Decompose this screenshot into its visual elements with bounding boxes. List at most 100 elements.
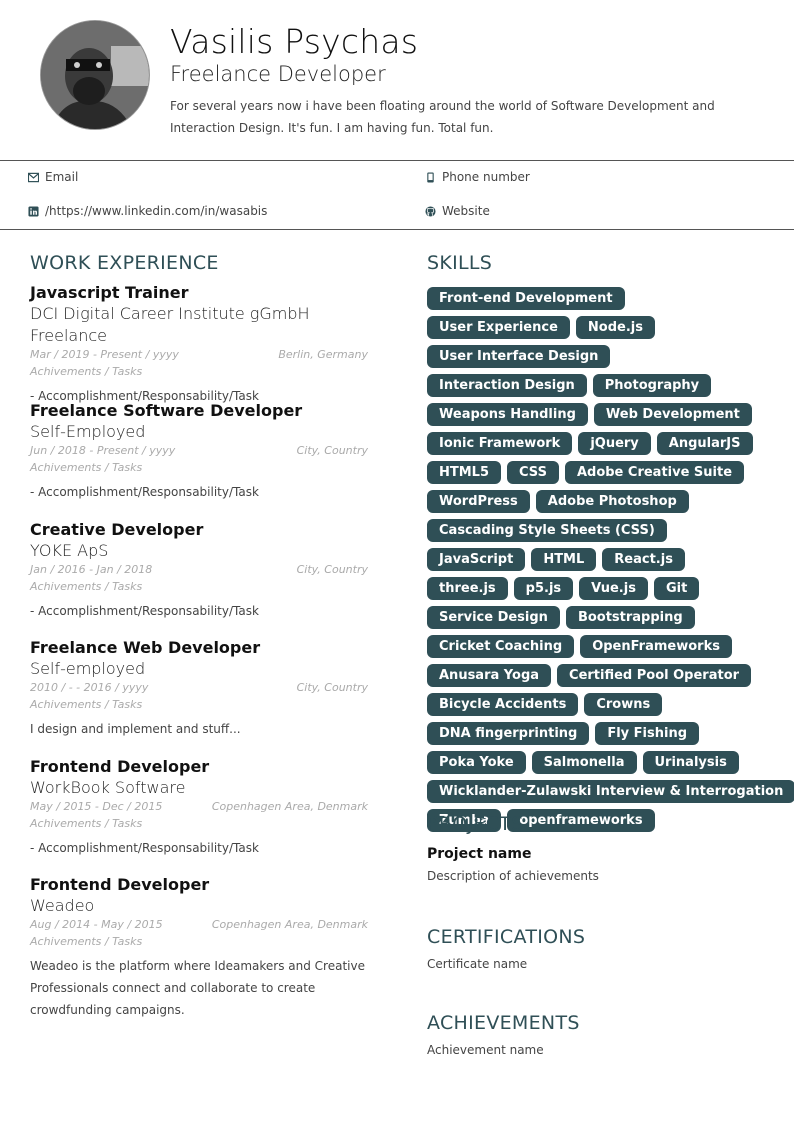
skill-tag: User Interface Design: [427, 345, 611, 368]
candidate-name: Vasilis Psychas: [170, 22, 419, 61]
job-meta: Mar / 2019 - Present / yyyy Berlin, Germ…: [30, 347, 368, 363]
skills-list: Front-end Development User Experience Node…: [427, 287, 794, 832]
job-location: City, Country: [296, 563, 368, 576]
job-achievements-label: Achivements / Tasks: [30, 365, 143, 378]
skill-tag: OpenFrameworks: [580, 635, 732, 658]
job-location: Berlin, Germany: [278, 348, 368, 361]
job-entry: Frontend Developer Weadeo Aug / 2014 - M…: [30, 875, 368, 1021]
skill-tag: Anusara Yoga: [427, 664, 552, 687]
skill-tag: Node.js: [575, 316, 655, 339]
skill-tag: HTML5: [427, 461, 502, 484]
header-divider: [0, 160, 794, 161]
profile-photo: [40, 20, 150, 130]
job-dates: Aug / 2014 - May / 2015: [30, 918, 163, 931]
project-description: Description of achievements: [427, 869, 599, 883]
skill-tag: Adobe Photoshop: [535, 490, 689, 513]
skill-tag: Urinalysis: [642, 751, 739, 774]
skill-tag: Web Development: [593, 403, 752, 426]
linkedin-icon: [27, 205, 39, 217]
work-experience-heading: WORK EXPERIENCE: [30, 252, 219, 274]
skill-tag: Bootstrapping: [565, 606, 695, 629]
job-title: Freelance Software Developer: [30, 401, 303, 420]
skill-tag: Bicycle Accidents: [427, 693, 579, 716]
job-title: Frontend Developer: [30, 875, 210, 894]
envelope-icon: [27, 171, 39, 183]
job-company: DCI Digital Career Institute gGmbH Freel…: [30, 304, 310, 345]
contact-phone[interactable]: Phone number: [424, 170, 530, 184]
job-achievements-label: Achivements / Tasks: [30, 698, 143, 711]
job-title: Frontend Developer: [30, 757, 210, 776]
skill-tag: Ionic Framework: [427, 432, 573, 455]
contacts-divider: [0, 229, 794, 230]
skills-heading: SKILLS: [427, 252, 493, 274]
job-dates: Jun / 2018 - Present / yyyy: [30, 444, 176, 457]
job-company: YOKE ApS: [30, 541, 109, 560]
skill-tag: DNA fingerprinting: [427, 722, 590, 745]
project-name: Project name: [427, 846, 532, 862]
job-location: City, Country: [296, 681, 368, 694]
job-meta: Jan / 2016 - Jan / 2018 City, Country: [30, 562, 368, 578]
skill-tag: Git: [653, 577, 700, 600]
skill-tag: three.js: [427, 577, 508, 600]
skill-tag: Vue.js: [579, 577, 648, 600]
job-achievements-label: Achivements / Tasks: [30, 580, 143, 593]
job-location: Copenhagen Area, Denmark: [211, 800, 368, 813]
job-description: I design and implement and stuff...: [30, 722, 241, 736]
job-entry: Freelance Software Developer Self-Employ…: [30, 401, 368, 503]
contact-website[interactable]: Website: [424, 204, 490, 218]
mobile-phone-icon: [424, 171, 436, 183]
phone-label: Phone number: [442, 170, 530, 184]
linkedin-link: /https://www.linkedin.com/in/wasabis: [45, 204, 268, 218]
skill-tag: Photography: [592, 374, 712, 397]
skill-tag: Cascading Style Sheets (CSS): [427, 519, 667, 542]
skill-tag: React.js: [602, 548, 685, 571]
skill-tag: openframeworks: [507, 809, 655, 832]
job-title: Javascript Trainer: [30, 283, 189, 302]
github-icon: [424, 205, 436, 217]
job-entry: Freelance Web Developer Self-employed 20…: [30, 638, 368, 740]
job-dates: Jan / 2016 - Jan / 2018: [30, 563, 153, 576]
job-entry: Creative Developer YOKE ApS Jan / 2016 -…: [30, 520, 368, 622]
job-title: Creative Developer: [30, 520, 204, 539]
resume-header: Vasilis Psychas Freelance Developer For …: [0, 0, 794, 160]
job-meta: Jun / 2018 - Present / yyyy City, Countr…: [30, 443, 368, 459]
skill-tag: Crowns: [584, 693, 663, 716]
skill-tag: Interaction Design: [427, 374, 587, 397]
skill-tag: Front-end Development: [427, 287, 625, 310]
skill-tag: AngularJS: [656, 432, 753, 455]
job-dates: Mar / 2019 - Present / yyyy: [30, 348, 179, 361]
projects-heading: PROJECTS: [427, 813, 524, 835]
skill-tag: Weapons Handling: [427, 403, 588, 426]
skill-tag: User Experience: [427, 316, 570, 339]
achievement-name: Achievement name: [427, 1043, 544, 1057]
skill-tag: jQuery: [578, 432, 651, 455]
job-description: - Accomplishment/Responsability/Task: [30, 485, 259, 499]
skill-tag: WordPress: [427, 490, 530, 513]
job-meta: 2010 / - - 2016 / yyyy City, Country: [30, 680, 368, 696]
job-company: WorkBook Software: [30, 778, 186, 797]
job-dates: May / 2015 - Dec / 2015: [30, 800, 163, 813]
job-meta: May / 2015 - Dec / 2015 Copenhagen Area,…: [30, 799, 368, 815]
certificate-name: Certificate name: [427, 957, 528, 971]
job-company: Weadeo: [30, 896, 95, 915]
contact-email[interactable]: Email: [27, 170, 78, 184]
candidate-role: Freelance Developer: [170, 62, 386, 86]
contact-linkedin[interactable]: /https://www.linkedin.com/in/wasabis: [27, 204, 267, 218]
job-company: Self-employed: [30, 659, 146, 678]
skill-tag: p5.js: [513, 577, 574, 600]
skill-tag: Salmonella: [531, 751, 637, 774]
job-achievements-label: Achivements / Tasks: [30, 935, 143, 948]
skill-tag: CSS: [507, 461, 559, 484]
job-entry: Javascript Trainer DCI Digital Career In…: [30, 283, 368, 407]
job-description: - Accomplishment/Responsability/Task: [30, 841, 259, 855]
job-meta: Aug / 2014 - May / 2015 Copenhagen Area,…: [30, 917, 368, 933]
skill-tag: Wicklander-Zulawski Interview & Interrog…: [427, 780, 794, 803]
profile-summary: For several years now i have been floati…: [170, 99, 715, 135]
certifications-heading: CERTIFICATIONS: [427, 926, 586, 948]
skill-tag: JavaScript: [427, 548, 526, 571]
job-description: Weadeo is the platform where Ideamakers …: [30, 959, 365, 1017]
achievements-heading: ACHIEVEMENTS: [427, 1012, 580, 1034]
job-company: Self-Employed: [30, 422, 146, 441]
job-location: Copenhagen Area, Denmark: [211, 918, 368, 931]
job-description: - Accomplishment/Responsability/Task: [30, 604, 259, 618]
